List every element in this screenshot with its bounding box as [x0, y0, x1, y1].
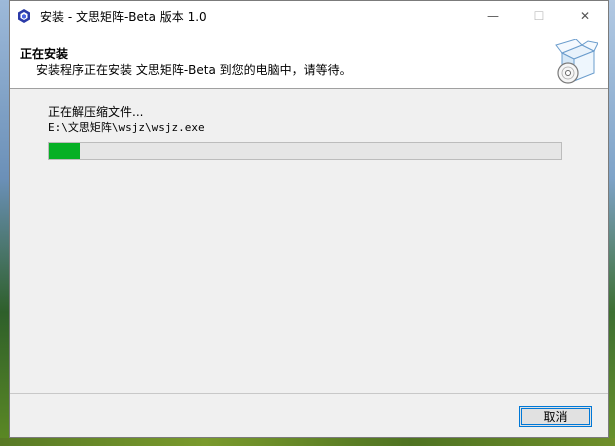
window-title: 安装 - 文思矩阵-Beta 版本 1.0 — [40, 9, 207, 24]
desktop-background-left — [0, 0, 9, 446]
maximize-button[interactable]: ☐ — [516, 1, 562, 31]
content-area: 正在解压缩文件... E:\文思矩阵\wsjz\wsjz.exe — [10, 89, 608, 393]
wizard-header: 正在安装 安装程序正在安装 文思矩阵-Beta 到您的电脑中，请等待。 — [10, 31, 608, 89]
close-icon: ✕ — [579, 9, 591, 23]
installer-window: 安装 - 文思矩阵-Beta 版本 1.0 — ☐ ✕ 正在安装 安装程序正在安… — [9, 0, 609, 438]
maximize-icon: ☐ — [533, 9, 545, 23]
status-text: 正在解压缩文件... — [48, 105, 144, 119]
page-subtitle: 安装程序正在安装 文思矩阵-Beta 到您的电脑中，请等待。 — [36, 63, 352, 77]
desktop-background-right — [609, 0, 615, 446]
close-button[interactable]: ✕ — [562, 1, 608, 31]
title-bar[interactable]: 安装 - 文思矩阵-Beta 版本 1.0 — ☐ ✕ — [10, 1, 608, 31]
cancel-button[interactable]: 取消 — [519, 406, 592, 427]
desktop-background-bottom — [0, 438, 615, 446]
button-bar: 取消 — [10, 393, 608, 437]
box-cd-icon — [555, 39, 598, 84]
app-logo-icon — [18, 9, 30, 23]
progress-bar — [48, 142, 562, 160]
minimize-icon: — — [487, 9, 499, 23]
minimize-button[interactable]: — — [470, 1, 516, 31]
progress-bar-fill — [49, 143, 80, 159]
page-title: 正在安装 — [20, 47, 69, 61]
current-file-path: E:\文思矩阵\wsjz\wsjz.exe — [48, 121, 205, 134]
